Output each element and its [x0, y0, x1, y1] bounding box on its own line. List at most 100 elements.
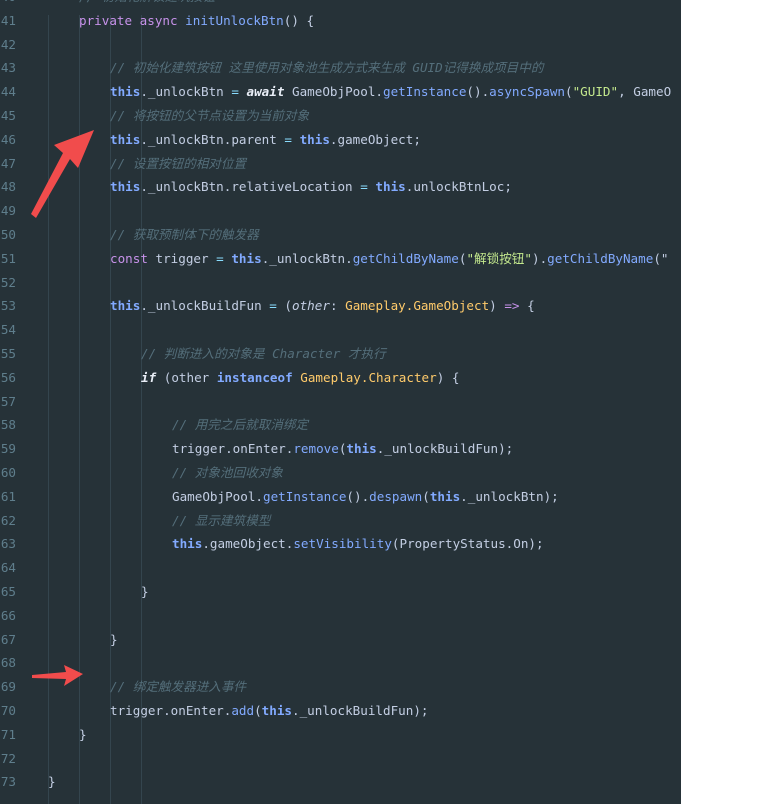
code-token: this [110, 84, 141, 100]
code-line[interactable]: 70 trigger.onEnter.add(this._unlockBuildF… [0, 699, 681, 723]
code-token: this [110, 179, 141, 195]
code-token: "GUID" [572, 84, 619, 100]
code-content: // 初始化建筑按钮 这里使用对象池生成方式来生成 GUID记得换成项目中的 [48, 56, 681, 80]
code-content: // 获取预制体下的触发器 [48, 223, 681, 247]
line-number: 40 [0, 0, 16, 9]
code-line[interactable]: 56 if (other instanceof Gameplay.Characte… [0, 366, 681, 390]
line-number: 41 [0, 12, 16, 28]
code-line[interactable]: 41 private async initUnlockBtn() { [0, 9, 681, 33]
code-token: this [346, 441, 377, 457]
code-line[interactable]: 40 // 初始化解锁建筑按钮 [0, 0, 681, 9]
code-content: const trigger = this._unlockBtn.getChild… [48, 247, 681, 271]
line-number: 55 [0, 345, 16, 361]
code-editor[interactable]: 40 // 初始化解锁建筑按钮 41 private async initUnlock… [0, 0, 681, 804]
code-line[interactable]: 61 GameObjPool.getInstance().despawn(this… [0, 485, 681, 509]
code-token: ) { [436, 369, 460, 385]
code-token: getChildByName [352, 250, 459, 266]
code-content: // 绑定触发器进入事件 [48, 675, 681, 699]
code-token: (PropertyStatus.On); [391, 536, 544, 552]
line-number: 66 [0, 607, 16, 623]
code-token: this [375, 179, 406, 195]
code-content: trigger.onEnter.add(this._unlockBuildFun… [48, 699, 681, 723]
code-content: // 初始化解锁建筑按钮 [48, 0, 681, 9]
code-line[interactable]: 66 [0, 604, 681, 628]
code-line[interactable]: 65} [0, 580, 681, 604]
code-token: // 将按钮的父节点设置为当前对象 [110, 107, 310, 123]
line-number: 73 [0, 774, 16, 790]
code-token: ._unlockBuildFun [140, 298, 270, 314]
code-line[interactable]: 54 [0, 318, 681, 342]
code-line[interactable]: 71} [0, 723, 681, 747]
line-number: 60 [0, 464, 16, 480]
code-token: ._unlockBuildFun); [292, 702, 429, 718]
line-number: 63 [0, 536, 16, 552]
code-line[interactable]: 72 [0, 747, 681, 771]
code-token: this [110, 298, 141, 314]
code-line[interactable]: 44 this._unlockBtn = await GameObjPool.ge… [0, 80, 681, 104]
code-line[interactable]: 55 // 判断进入的对象是 Character 才执行 [0, 342, 681, 366]
code-line[interactable]: 64 [0, 556, 681, 580]
code-token: ._unlockBtn [140, 84, 232, 100]
code-line[interactable]: 60 // 对象池回收对象 [0, 461, 681, 485]
code-line[interactable]: 63 this.gameObject.setVisibility(Property… [0, 532, 681, 556]
code-token: getInstance [263, 488, 347, 504]
code-token: // 初始化建筑按钮 这里使用对象池生成方式来生成 GUID记得换成项目中的 [110, 60, 544, 76]
line-number: 45 [0, 107, 16, 123]
code-line[interactable]: 50 // 获取预制体下的触发器 [0, 223, 681, 247]
line-number: 58 [0, 417, 16, 433]
code-line[interactable]: 47 // 设置按钮的相对位置 [0, 152, 681, 176]
code-token: ( [254, 702, 262, 718]
code-line[interactable]: 49 [0, 199, 681, 223]
code-line[interactable]: 53 this._unlockBuildFun = (other: Gamepla… [0, 294, 681, 318]
line-number: 57 [0, 393, 16, 409]
code-token: // 用完之后就取消绑定 [172, 417, 309, 433]
code-line[interactable]: 62 // 显示建筑模型 [0, 509, 681, 533]
code-line[interactable]: 52 [0, 271, 681, 295]
code-token: , GameO [618, 84, 672, 100]
code-line[interactable]: 51 const trigger = this._unlockBtn.getChi… [0, 247, 681, 271]
code-token: ). [531, 250, 548, 266]
code-token: asyncSpawn [489, 84, 565, 100]
line-number: 65 [0, 583, 16, 599]
code-token: private [79, 12, 140, 28]
code-token: ( [422, 488, 430, 504]
code-line[interactable]: 59 trigger.onEnter.remove(this._unlockBui… [0, 437, 681, 461]
code-token: remove [293, 441, 339, 457]
code-line[interactable]: 57 [0, 390, 681, 414]
code-token: trigger.onEnter. [172, 441, 294, 457]
code-token: this [429, 488, 461, 504]
code-content: if (other instanceof Gameplay.Character)… [48, 366, 681, 390]
code-token: { [527, 298, 535, 314]
code-line[interactable]: 48 this._unlockBtn.relativeLocation = thi… [0, 175, 681, 199]
code-line[interactable]: 42 [0, 33, 681, 57]
code-token: } [79, 726, 87, 742]
code-token: .gameObject. [202, 536, 294, 552]
code-content: this._unlockBtn.parent = this.gameObject… [48, 128, 681, 152]
code-line[interactable]: 43 // 初始化建筑按钮 这里使用对象池生成方式来生成 GUID记得换成项目中的 [0, 56, 681, 80]
code-token: trigger [155, 250, 217, 266]
code-line[interactable]: 73} [0, 770, 681, 794]
code-area[interactable]: 40 // 初始化解锁建筑按钮 41 private async initUnlock… [0, 0, 681, 794]
code-content: GameObjPool.getInstance().despawn(this._… [48, 485, 681, 509]
code-content: // 显示建筑模型 [48, 509, 681, 533]
code-line[interactable]: 68 [0, 651, 681, 675]
code-token: setVisibility [293, 536, 392, 552]
code-content: } [48, 628, 681, 652]
line-number: 51 [0, 250, 16, 266]
code-line[interactable]: 58 // 用完之后就取消绑定 [0, 413, 681, 437]
line-number: 62 [0, 512, 16, 528]
code-line[interactable]: 69 // 绑定触发器进入事件 [0, 675, 681, 699]
code-line[interactable]: 45 // 将按钮的父节点设置为当前对象 [0, 104, 681, 128]
code-line[interactable]: 46 this._unlockBtn.parent = this.gameObje… [0, 128, 681, 152]
code-token: = [216, 250, 232, 266]
red-arrow-icon [31, 130, 94, 218]
code-token: = [360, 179, 376, 195]
code-content: } [48, 580, 681, 604]
code-line[interactable]: 67} [0, 628, 681, 652]
code-token: trigger.onEnter. [110, 702, 232, 718]
code-content: this._unlockBtn.relativeLocation = this.… [48, 175, 681, 199]
code-content: trigger.onEnter.remove(this._unlockBuild… [48, 437, 681, 461]
code-content: this.gameObject.setVisibility(PropertySt… [48, 532, 681, 556]
code-token: // 绑定触发器进入事件 [110, 679, 247, 695]
code-token: ._unlockBtn.parent [140, 131, 285, 147]
